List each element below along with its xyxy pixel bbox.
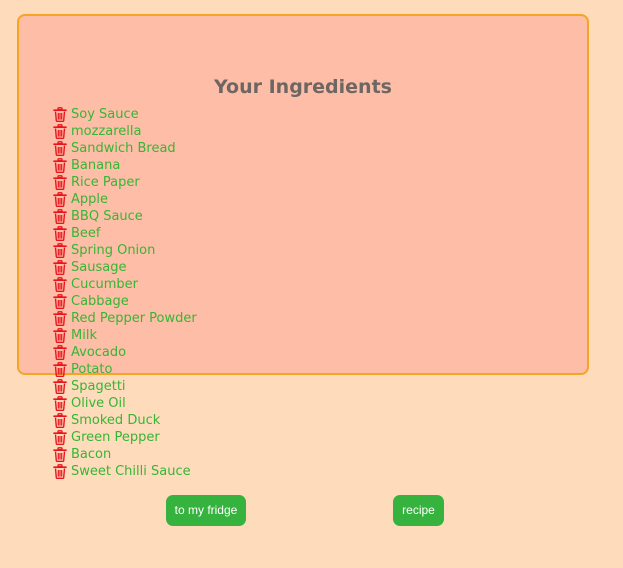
ingredient-name: Milk <box>71 328 97 343</box>
trash-icon[interactable] <box>53 124 67 139</box>
trash-icon[interactable] <box>53 379 67 394</box>
recipe-button[interactable]: recipe <box>393 495 444 526</box>
list-item: mozzarella <box>53 123 197 140</box>
list-item: Cabbage <box>53 293 197 310</box>
trash-icon[interactable] <box>53 447 67 462</box>
ingredient-name: Avocado <box>71 345 127 360</box>
ingredient-name: Beef <box>71 226 101 241</box>
trash-icon[interactable] <box>53 396 67 411</box>
ingredient-name: Smoked Duck <box>71 413 161 428</box>
ingredient-name: Cabbage <box>71 294 129 309</box>
ingredient-name: BBQ Sauce <box>71 209 143 224</box>
trash-icon[interactable] <box>53 175 67 190</box>
ingredient-name: Spring Onion <box>71 243 156 258</box>
trash-icon[interactable] <box>53 141 67 156</box>
list-item: Apple <box>53 191 197 208</box>
ingredient-name: Apple <box>71 192 109 207</box>
trash-icon[interactable] <box>53 328 67 343</box>
trash-icon[interactable] <box>53 413 67 428</box>
list-item: Sweet Chilli Sauce <box>53 463 197 480</box>
to-my-fridge-button[interactable]: to my fridge <box>166 495 246 526</box>
trash-icon[interactable] <box>53 243 67 258</box>
list-item: BBQ Sauce <box>53 208 197 225</box>
ingredient-name: Olive Oil <box>71 396 126 411</box>
list-item: Green Pepper <box>53 429 197 446</box>
trash-icon[interactable] <box>53 464 67 479</box>
ingredient-name: Rice Paper <box>71 175 140 190</box>
trash-icon[interactable] <box>53 362 67 377</box>
list-item: Rice Paper <box>53 174 197 191</box>
list-item: Bacon <box>53 446 197 463</box>
ingredient-name: Banana <box>71 158 121 173</box>
trash-icon[interactable] <box>53 158 67 173</box>
trash-icon[interactable] <box>53 226 67 241</box>
trash-icon[interactable] <box>53 260 67 275</box>
list-item: Avocado <box>53 344 197 361</box>
ingredient-name: Bacon <box>71 447 112 462</box>
ingredient-name: Sausage <box>71 260 127 275</box>
list-item: Potato <box>53 361 197 378</box>
ingredient-name: Potato <box>71 362 113 377</box>
list-item: Red Pepper Powder <box>53 310 197 327</box>
trash-icon[interactable] <box>53 430 67 445</box>
ingredient-name: Spagetti <box>71 379 126 394</box>
list-item: Banana <box>53 157 197 174</box>
list-item: Spagetti <box>53 378 197 395</box>
ingredient-name: Green Pepper <box>71 430 160 445</box>
ingredient-name: Sweet Chilli Sauce <box>71 464 191 479</box>
trash-icon[interactable] <box>53 345 67 360</box>
trash-icon[interactable] <box>53 192 67 207</box>
trash-icon[interactable] <box>53 294 67 309</box>
ingredient-name: Sandwich Bread <box>71 141 176 156</box>
ingredient-name: Cucumber <box>71 277 138 292</box>
list-item: Sandwich Bread <box>53 140 197 157</box>
ingredient-name: Soy Sauce <box>71 107 139 122</box>
list-item: Spring Onion <box>53 242 197 259</box>
ingredient-list: Soy Sauce mozzarella Sandwich Bread Banana R… <box>53 106 197 480</box>
list-item: Sausage <box>53 259 197 276</box>
list-item: Olive Oil <box>53 395 197 412</box>
trash-icon[interactable] <box>53 277 67 292</box>
list-item: Milk <box>53 327 197 344</box>
trash-icon[interactable] <box>53 311 67 326</box>
list-item: Smoked Duck <box>53 412 197 429</box>
panel-title: Your Ingredients <box>214 76 392 98</box>
list-item: Beef <box>53 225 197 242</box>
list-item: Soy Sauce <box>53 106 197 123</box>
ingredient-name: Red Pepper Powder <box>71 311 197 326</box>
trash-icon[interactable] <box>53 107 67 122</box>
ingredient-name: mozzarella <box>71 124 142 139</box>
trash-icon[interactable] <box>53 209 67 224</box>
list-item: Cucumber <box>53 276 197 293</box>
